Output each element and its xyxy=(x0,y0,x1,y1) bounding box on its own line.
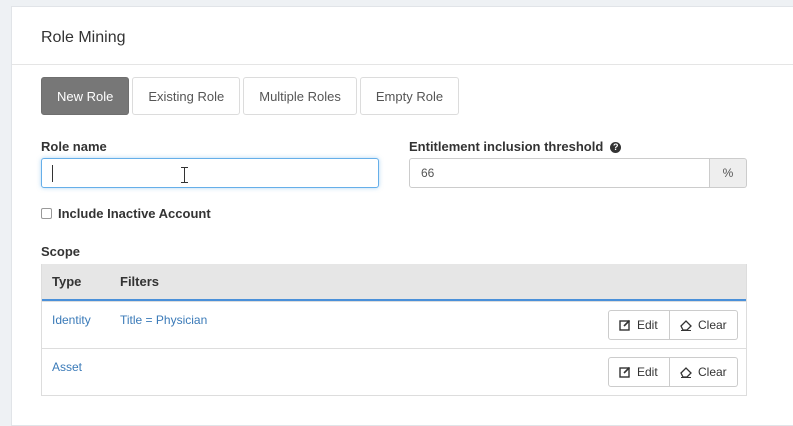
edit-label: Edit xyxy=(637,318,658,332)
table-row: Asset Edit Clear xyxy=(42,348,746,395)
threshold-input[interactable]: 66 xyxy=(409,158,710,188)
tab-empty-role[interactable]: Empty Role xyxy=(359,77,460,115)
tab-existing-role[interactable]: Existing Role xyxy=(132,77,241,115)
percent-addon: % xyxy=(710,158,747,188)
clear-label: Clear xyxy=(698,318,727,332)
row-actions: Edit Clear xyxy=(608,310,738,340)
row-type[interactable]: Asset xyxy=(52,360,82,374)
threshold-input-group: 66 % xyxy=(409,158,747,188)
panel-header: Role Mining xyxy=(12,7,793,65)
text-caret xyxy=(52,165,53,182)
row-type[interactable]: Identity xyxy=(52,313,91,327)
tab-new-role[interactable]: New Role xyxy=(41,77,130,115)
eraser-icon xyxy=(680,367,692,378)
scope-table: Type Filters Identity Title = Physician … xyxy=(41,264,747,396)
page-title: Role Mining xyxy=(41,29,126,46)
table-header: Type Filters xyxy=(42,264,746,301)
row-actions: Edit Clear xyxy=(608,357,738,387)
include-inactive-label[interactable]: Include Inactive Account xyxy=(58,206,211,221)
table-row: Identity Title = Physician Edit Clear xyxy=(42,301,746,348)
column-header-filters: Filters xyxy=(120,274,160,289)
edit-icon xyxy=(619,319,631,331)
edit-button[interactable]: Edit xyxy=(608,357,670,387)
include-inactive-row: Include Inactive Account xyxy=(41,206,211,221)
clear-button[interactable]: Clear xyxy=(670,310,738,340)
threshold-label: Entitlement inclusion threshold xyxy=(409,139,604,154)
mode-tabs: New Role Existing Role Multiple Roles Em… xyxy=(41,77,462,115)
tab-multiple-roles[interactable]: Multiple Roles xyxy=(243,77,357,115)
scope-label: Scope xyxy=(41,244,81,259)
edit-button[interactable]: Edit xyxy=(608,310,670,340)
text-cursor-icon xyxy=(181,167,189,183)
question-circle-icon[interactable]: ? xyxy=(610,142,622,153)
edit-label: Edit xyxy=(637,365,658,379)
row-filter[interactable]: Title = Physician xyxy=(120,313,207,327)
clear-label: Clear xyxy=(698,365,727,379)
edit-icon xyxy=(619,366,631,378)
role-name-input[interactable] xyxy=(41,158,379,188)
threshold-label-wrap: Entitlement inclusion threshold? xyxy=(409,139,622,154)
role-name-label: Role name xyxy=(41,139,107,154)
include-inactive-checkbox[interactable] xyxy=(41,208,52,219)
clear-button[interactable]: Clear xyxy=(670,357,738,387)
column-header-type: Type xyxy=(52,274,82,289)
eraser-icon xyxy=(680,320,692,331)
role-mining-panel: Role Mining New Role Existing Role Multi… xyxy=(11,6,793,426)
